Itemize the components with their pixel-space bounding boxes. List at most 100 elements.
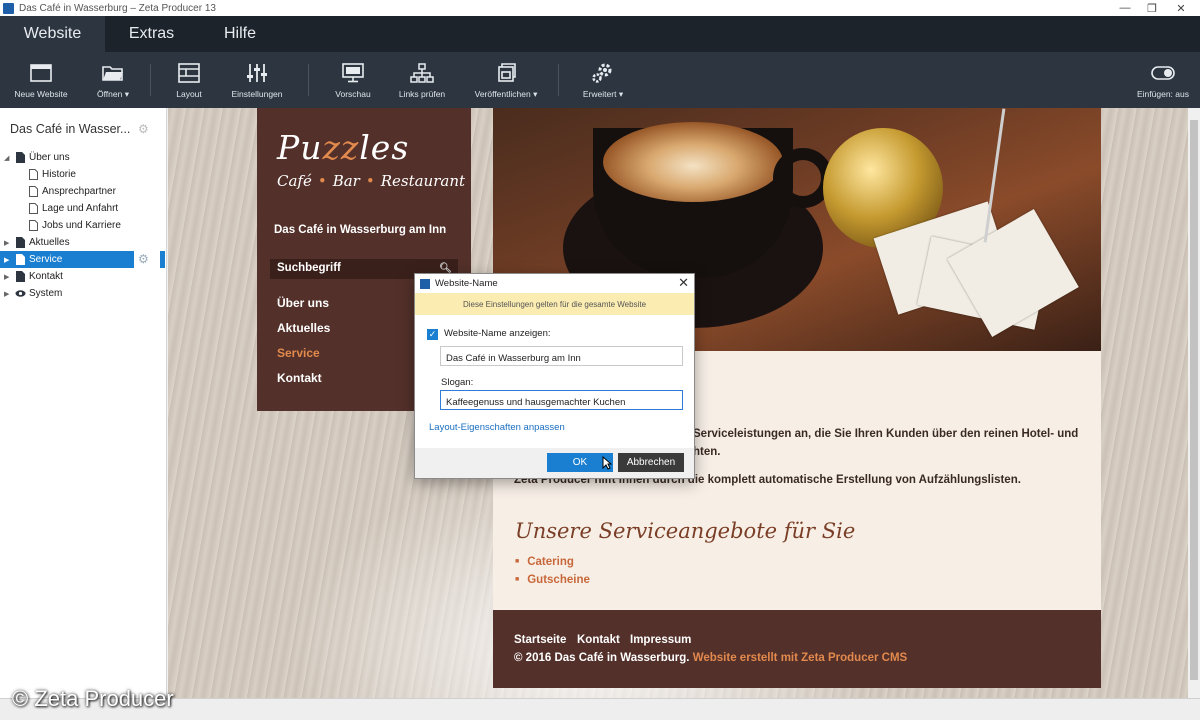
close-button[interactable]: ✕ — [1166, 0, 1196, 16]
tab-extras[interactable]: Extras — [105, 16, 198, 52]
tree-item-aktuelles[interactable]: ▶ Aktuelles — [0, 234, 167, 251]
layout-properties-link[interactable]: Layout-Eigenschaften anpassen — [429, 422, 565, 433]
scrollbar-thumb[interactable] — [1190, 120, 1198, 680]
tree-item-label: Kontakt — [29, 271, 63, 282]
settings-label: Einstellungen — [231, 89, 283, 99]
window-titlebar: Das Café in Wasserburg – Zeta Producer 1… — [0, 0, 1200, 16]
maximize-button[interactable]: ❐ — [1137, 0, 1167, 16]
toolbar-separator — [150, 64, 151, 96]
tree-item-kontakt[interactable]: ▶ Kontakt — [0, 268, 167, 285]
sidebar: Das Café in Wasser... ⚙ ◢ Über uns Histo… — [0, 108, 167, 698]
collapse-arrow-icon[interactable]: ▶ — [4, 256, 9, 264]
publish-button[interactable]: Veröffentlichen ▾ — [470, 52, 542, 108]
layout-icon — [176, 61, 202, 85]
site-logo-title[interactable]: Puzzles — [277, 128, 409, 167]
tree-item-label: Lage und Anfahrt — [42, 203, 119, 214]
new-website-button[interactable]: Neue Website — [10, 52, 72, 108]
slogan-field[interactable] — [440, 390, 683, 410]
tab-website[interactable]: Website — [0, 16, 105, 52]
tree-item-label: Jobs und Karriere — [42, 220, 121, 231]
dialog-title: Website-Name — [435, 278, 498, 289]
settings-button[interactable]: Einstellungen — [226, 52, 288, 108]
open-label: Öffnen ▾ — [96, 89, 130, 99]
tree-item-label: Historie — [42, 169, 76, 180]
gears-icon — [590, 61, 616, 85]
site-name: Das Café in Wasserburg am Inn — [274, 224, 447, 236]
mouse-cursor-icon — [602, 456, 612, 470]
site-nav-ueber-uns[interactable]: Über uns — [277, 296, 329, 310]
footer-link-impressum[interactable]: Impressum — [630, 634, 691, 646]
footer-link-startseite[interactable]: Startseite — [514, 634, 566, 646]
status-bar — [0, 698, 1200, 720]
insert-toggle[interactable]: Einfügen: aus — [1134, 52, 1192, 108]
app-icon — [3, 2, 14, 14]
check-links-label: Links prüfen — [398, 89, 446, 99]
site-footer: Startseite Kontakt Impressum © 2016 Das … — [493, 610, 1101, 688]
insert-toggle-label: Einfügen: aus — [1137, 89, 1189, 99]
slogan-label: Slogan: — [441, 377, 474, 388]
page-outline-icon — [29, 186, 38, 197]
footer-cms-link[interactable]: Website erstellt mit Zeta Producer CMS — [693, 652, 908, 664]
footer-link-kontakt[interactable]: Kontakt — [577, 634, 620, 646]
dialog-panel: ✓ Website-Name anzeigen: Slogan: Layout-… — [415, 315, 694, 448]
service-link-catering[interactable]: Catering — [515, 556, 574, 568]
app-icon — [420, 278, 430, 289]
tree-item-service[interactable]: ▶ Service — [0, 251, 134, 268]
layout-button[interactable]: Layout — [166, 52, 212, 108]
dialog-close-button[interactable]: ✕ — [678, 276, 689, 290]
page-outline-icon — [29, 169, 38, 180]
advanced-button[interactable]: Erweitert ▾ — [578, 52, 628, 108]
page-outline-icon — [29, 203, 38, 214]
website-name-field[interactable] — [440, 346, 683, 366]
search-placeholder: Suchbegriff — [277, 262, 341, 274]
folder-icon — [100, 61, 126, 85]
page-icon — [16, 237, 25, 248]
window-icon — [28, 61, 54, 85]
page-icon — [16, 271, 25, 282]
tree-item-options[interactable]: ⚙ — [135, 251, 167, 268]
cancel-button[interactable]: Abbrechen — [618, 453, 684, 472]
tree-item-ansprechpartner[interactable]: Ansprechpartner — [0, 183, 167, 200]
eye-icon — [15, 290, 26, 297]
tab-hilfe[interactable]: Hilfe — [198, 16, 282, 52]
toolbar: Neue Website Öffnen ▾ Layout Einstellung… — [0, 52, 1200, 108]
copyright-watermark: © Zeta Producer — [12, 686, 174, 711]
publish-label: Veröffentlichen ▾ — [474, 89, 538, 99]
collapse-arrow-icon[interactable]: ▶ — [4, 239, 9, 247]
toggle-switch-icon — [1150, 61, 1176, 85]
site-nav-aktuelles[interactable]: Aktuelles — [277, 321, 330, 335]
footer-copyright: © 2016 Das Café in Wasserburg. Website e… — [514, 652, 908, 664]
site-title: Das Café in Wasser... — [10, 122, 131, 136]
site-nav-service[interactable]: Service — [277, 346, 320, 360]
publish-icon — [493, 61, 519, 85]
minimize-button[interactable]: — — [1110, 0, 1140, 16]
tree-item-ueber-uns[interactable]: ◢ Über uns — [0, 149, 167, 166]
tree-item-label: System — [29, 288, 63, 299]
open-button[interactable]: Öffnen ▾ — [88, 52, 138, 108]
window-title: Das Café in Wasserburg – Zeta Producer 1… — [19, 2, 216, 14]
show-name-checkbox[interactable]: ✓ — [427, 329, 438, 340]
service-link-gutscheine[interactable]: Gutscheine — [515, 574, 590, 586]
tree-item-system[interactable]: ▶ System — [0, 285, 167, 302]
preview-label: Vorschau — [335, 89, 371, 99]
vertical-scrollbar[interactable] — [1188, 108, 1200, 698]
collapse-arrow-icon[interactable]: ▶ — [4, 273, 9, 281]
site-title-row[interactable]: Das Café in Wasser... ⚙ — [0, 108, 166, 150]
tree-item-historie[interactable]: Historie — [0, 166, 167, 183]
gear-icon[interactable]: ⚙ — [138, 252, 149, 266]
tree-item-jobs-und-karriere[interactable]: Jobs und Karriere — [0, 217, 167, 234]
tree-item-lage-und-anfahrt[interactable]: Lage und Anfahrt — [0, 200, 167, 217]
sitemap-icon — [409, 61, 435, 85]
gear-icon[interactable]: ⚙ — [138, 122, 152, 136]
site-nav-kontakt[interactable]: Kontakt — [277, 371, 322, 385]
expand-arrow-icon[interactable]: ◢ — [4, 154, 9, 162]
page-icon — [16, 254, 25, 265]
check-links-button[interactable]: Links prüfen — [394, 52, 450, 108]
tree-item-label: Ansprechpartner — [42, 186, 116, 197]
services-heading: Unsere Serviceangebote für Sie — [515, 519, 856, 543]
collapse-arrow-icon[interactable]: ▶ — [4, 290, 9, 298]
preview-button[interactable]: Vorschau — [330, 52, 376, 108]
body-text: Serviceleistungen an, die Sie Ihren Kund… — [693, 428, 1079, 440]
body-text: hten. — [693, 446, 721, 458]
website-name-dialog: Website-Name ✕ Diese Einstellungen gelte… — [414, 273, 695, 479]
